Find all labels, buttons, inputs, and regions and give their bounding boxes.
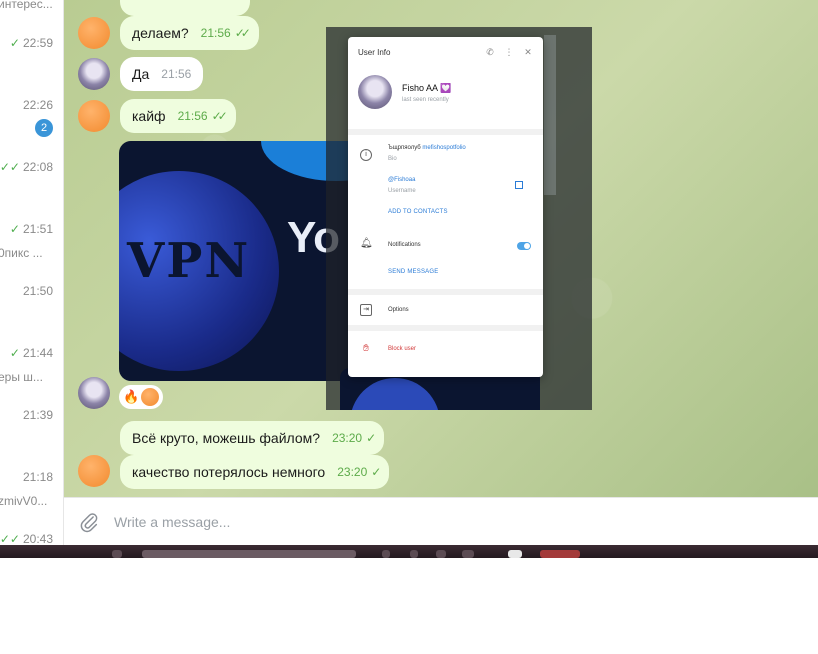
message-bubble[interactable]: Всё круто, можешь файлом? 23:20 ✓ — [120, 421, 385, 455]
chat-time[interactable]: ✓ 22:59 — [10, 36, 53, 50]
taskbar-icon[interactable] — [436, 550, 446, 558]
info-icon: i — [360, 149, 372, 161]
double-check-icon: ✓✓ — [0, 532, 20, 545]
message-time: 23:20 — [332, 431, 363, 445]
chat-time[interactable]: 21:18 — [23, 470, 53, 484]
hand-icon: ✋︎ — [363, 343, 369, 354]
notifications-toggle[interactable] — [517, 242, 531, 250]
double-check-icon: ✓✓ — [0, 160, 20, 174]
check-icon: ✓ — [371, 465, 381, 479]
notifications-label: Notifications — [388, 242, 421, 248]
message-text: качество потерялось немного — [132, 464, 326, 480]
taskbar-icon[interactable] — [540, 550, 580, 558]
check-icon: ✓ — [366, 431, 376, 445]
taskbar-icon[interactable] — [382, 550, 390, 558]
bio-link[interactable]: mefishospotfolio — [422, 145, 465, 151]
message-text: Всё круто, можешь файлом? — [132, 430, 321, 446]
bell-icon: 🔔︎ — [360, 238, 373, 249]
send-message-button[interactable]: SEND MESSAGE — [388, 269, 438, 275]
profile-avatar[interactable] — [358, 75, 392, 109]
info-section: i Ъщрпяолуб mefishospotfolio Bio @Fishoa… — [348, 135, 543, 289]
avatar[interactable] — [78, 455, 110, 487]
double-check-icon: ✓✓ — [234, 26, 251, 40]
block-user-label: Block user — [388, 346, 417, 352]
unread-badge: 2 — [35, 119, 53, 137]
profile-name: Fisho AA 💟 — [402, 83, 452, 93]
chat-list[interactable]: интерес... ✓ 22:59 22:26 2 ✓✓ 22:08 ✓ 21:51… — [0, 0, 64, 545]
options-label: Options — [388, 307, 409, 313]
chat-snippet[interactable]: 0пикс ... — [0, 246, 43, 260]
profile-status: last seen recently — [402, 97, 449, 103]
username-text[interactable]: @Fishoaa — [388, 177, 415, 183]
avatar[interactable] — [78, 17, 110, 49]
qr-code-icon[interactable] — [515, 181, 523, 189]
chat-time[interactable]: ✓ 21:51 — [10, 222, 53, 236]
message-composer — [64, 497, 818, 545]
dialog-title: User Info — [358, 47, 391, 57]
message-bubble[interactable]: кайф 21:56 ✓✓ — [120, 99, 236, 133]
options-icon: ⇥ — [360, 304, 372, 316]
message-bubble-partial[interactable] — [120, 0, 250, 16]
message-time: 23:20 — [337, 465, 368, 479]
media-text-vpn: VPN — [127, 233, 251, 289]
double-check-icon: ✓✓ — [211, 109, 228, 123]
check-icon: ✓ — [9, 346, 20, 360]
add-to-contacts-button[interactable]: ADD TO CONTACTS — [388, 209, 448, 215]
avatar[interactable] — [78, 100, 110, 132]
check-icon: ✓ — [9, 36, 20, 50]
taskbar-icon[interactable] — [410, 550, 418, 558]
block-user-row[interactable]: ✋︎ Block user — [348, 331, 543, 371]
username-label: Username — [388, 188, 416, 194]
chat-time[interactable]: 21:50 — [23, 284, 53, 298]
chat-time[interactable]: 21:39 — [23, 408, 53, 422]
paperclip-icon[interactable] — [78, 511, 100, 533]
avatar[interactable] — [78, 377, 110, 409]
reaction-bar[interactable]: 🔥 — [119, 385, 163, 409]
chat-time[interactable]: ✓✓ 20:43 — [0, 532, 53, 545]
message-time: 21:56 — [200, 26, 231, 40]
reaction-avatar — [141, 388, 159, 406]
backdrop-shape — [544, 35, 556, 195]
taskbar — [0, 545, 818, 558]
message-text: Да — [132, 66, 150, 82]
avatar[interactable] — [78, 58, 110, 90]
chat-snippet[interactable]: интерес... — [0, 0, 53, 11]
chat-time[interactable]: ✓✓ 22:08 — [0, 160, 53, 174]
message-input[interactable] — [114, 513, 714, 530]
user-info-dialog: User Info ✆ ⋮ ✕ Fisho AA 💟 last seen rec… — [348, 37, 543, 377]
chat-snippet[interactable]: еры ш... — [0, 370, 43, 384]
chat-time[interactable]: ✓ 21:44 — [10, 346, 53, 360]
message-time: 21:56 — [161, 67, 192, 81]
close-icon[interactable]: ✕ — [523, 47, 533, 57]
chat-snippet[interactable]: zmivV0... — [0, 494, 47, 508]
dialog-header: User Info ✆ ⋮ ✕ — [348, 37, 543, 67]
taskbar-search[interactable] — [142, 550, 356, 558]
check-icon: ✓ — [9, 222, 20, 236]
message-text: делаем? — [132, 25, 189, 41]
telegram-window: интерес... ✓ 22:59 22:26 2 ✓✓ 22:08 ✓ 21:51… — [0, 0, 818, 654]
message-time: 21:56 — [177, 109, 208, 123]
message-bubble[interactable]: качество потерялось немного 23:20 ✓ — [120, 455, 390, 489]
fire-emoji: 🔥 — [123, 389, 140, 404]
phone-icon[interactable]: ✆ — [485, 47, 495, 57]
profile-section: Fisho AA 💟 last seen recently — [348, 67, 543, 129]
options-row[interactable]: ⇥ Options — [348, 295, 543, 325]
message-bubble[interactable]: Да 21:56 — [120, 57, 204, 91]
message-bubble[interactable]: делаем? 21:56 ✓✓ — [120, 16, 259, 50]
taskbar-icon[interactable] — [112, 550, 122, 558]
message-text: кайф — [132, 108, 166, 124]
taskbar-icon[interactable] — [462, 550, 474, 558]
taskbar-icon[interactable] — [508, 550, 522, 558]
more-icon[interactable]: ⋮ — [504, 47, 514, 57]
bio-text: Ъщрпяолуб mefishospotfolio — [388, 145, 466, 151]
chat-time[interactable]: 22:26 — [23, 98, 53, 112]
bio-label: Bio — [388, 156, 397, 162]
